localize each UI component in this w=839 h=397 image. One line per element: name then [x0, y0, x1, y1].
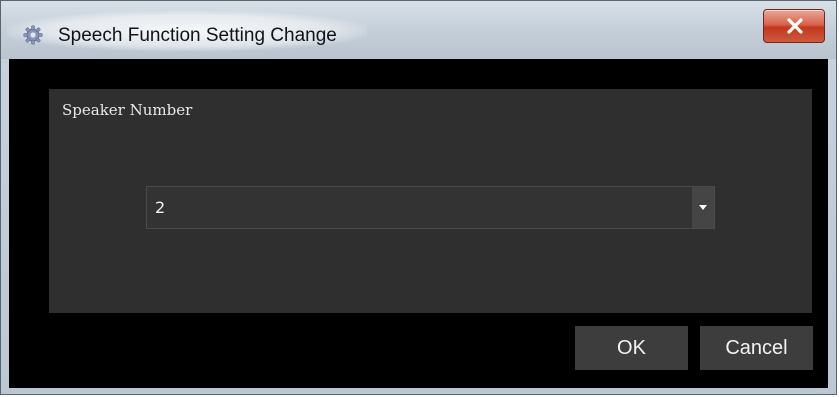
gear-icon: [23, 25, 43, 45]
title-bar[interactable]: Speech Function Setting Change: [1, 1, 836, 59]
speaker-number-dropdown[interactable]: 2: [146, 186, 715, 229]
settings-panel: Speaker Number 2: [49, 89, 812, 313]
dialog-window: Speech Function Setting Change Speaker N…: [0, 0, 837, 395]
close-button[interactable]: [763, 9, 825, 43]
window-frame-bottom: [1, 388, 836, 394]
cancel-button[interactable]: Cancel: [700, 326, 813, 370]
dropdown-arrow-button[interactable]: [692, 187, 714, 228]
dialog-client-area: Speaker Number 2 OK Cancel: [9, 59, 828, 388]
speaker-number-value: 2: [155, 198, 166, 217]
ok-button[interactable]: OK: [575, 326, 688, 370]
speaker-number-label: Speaker Number: [62, 101, 193, 119]
window-title: Speech Function Setting Change: [58, 25, 337, 46]
